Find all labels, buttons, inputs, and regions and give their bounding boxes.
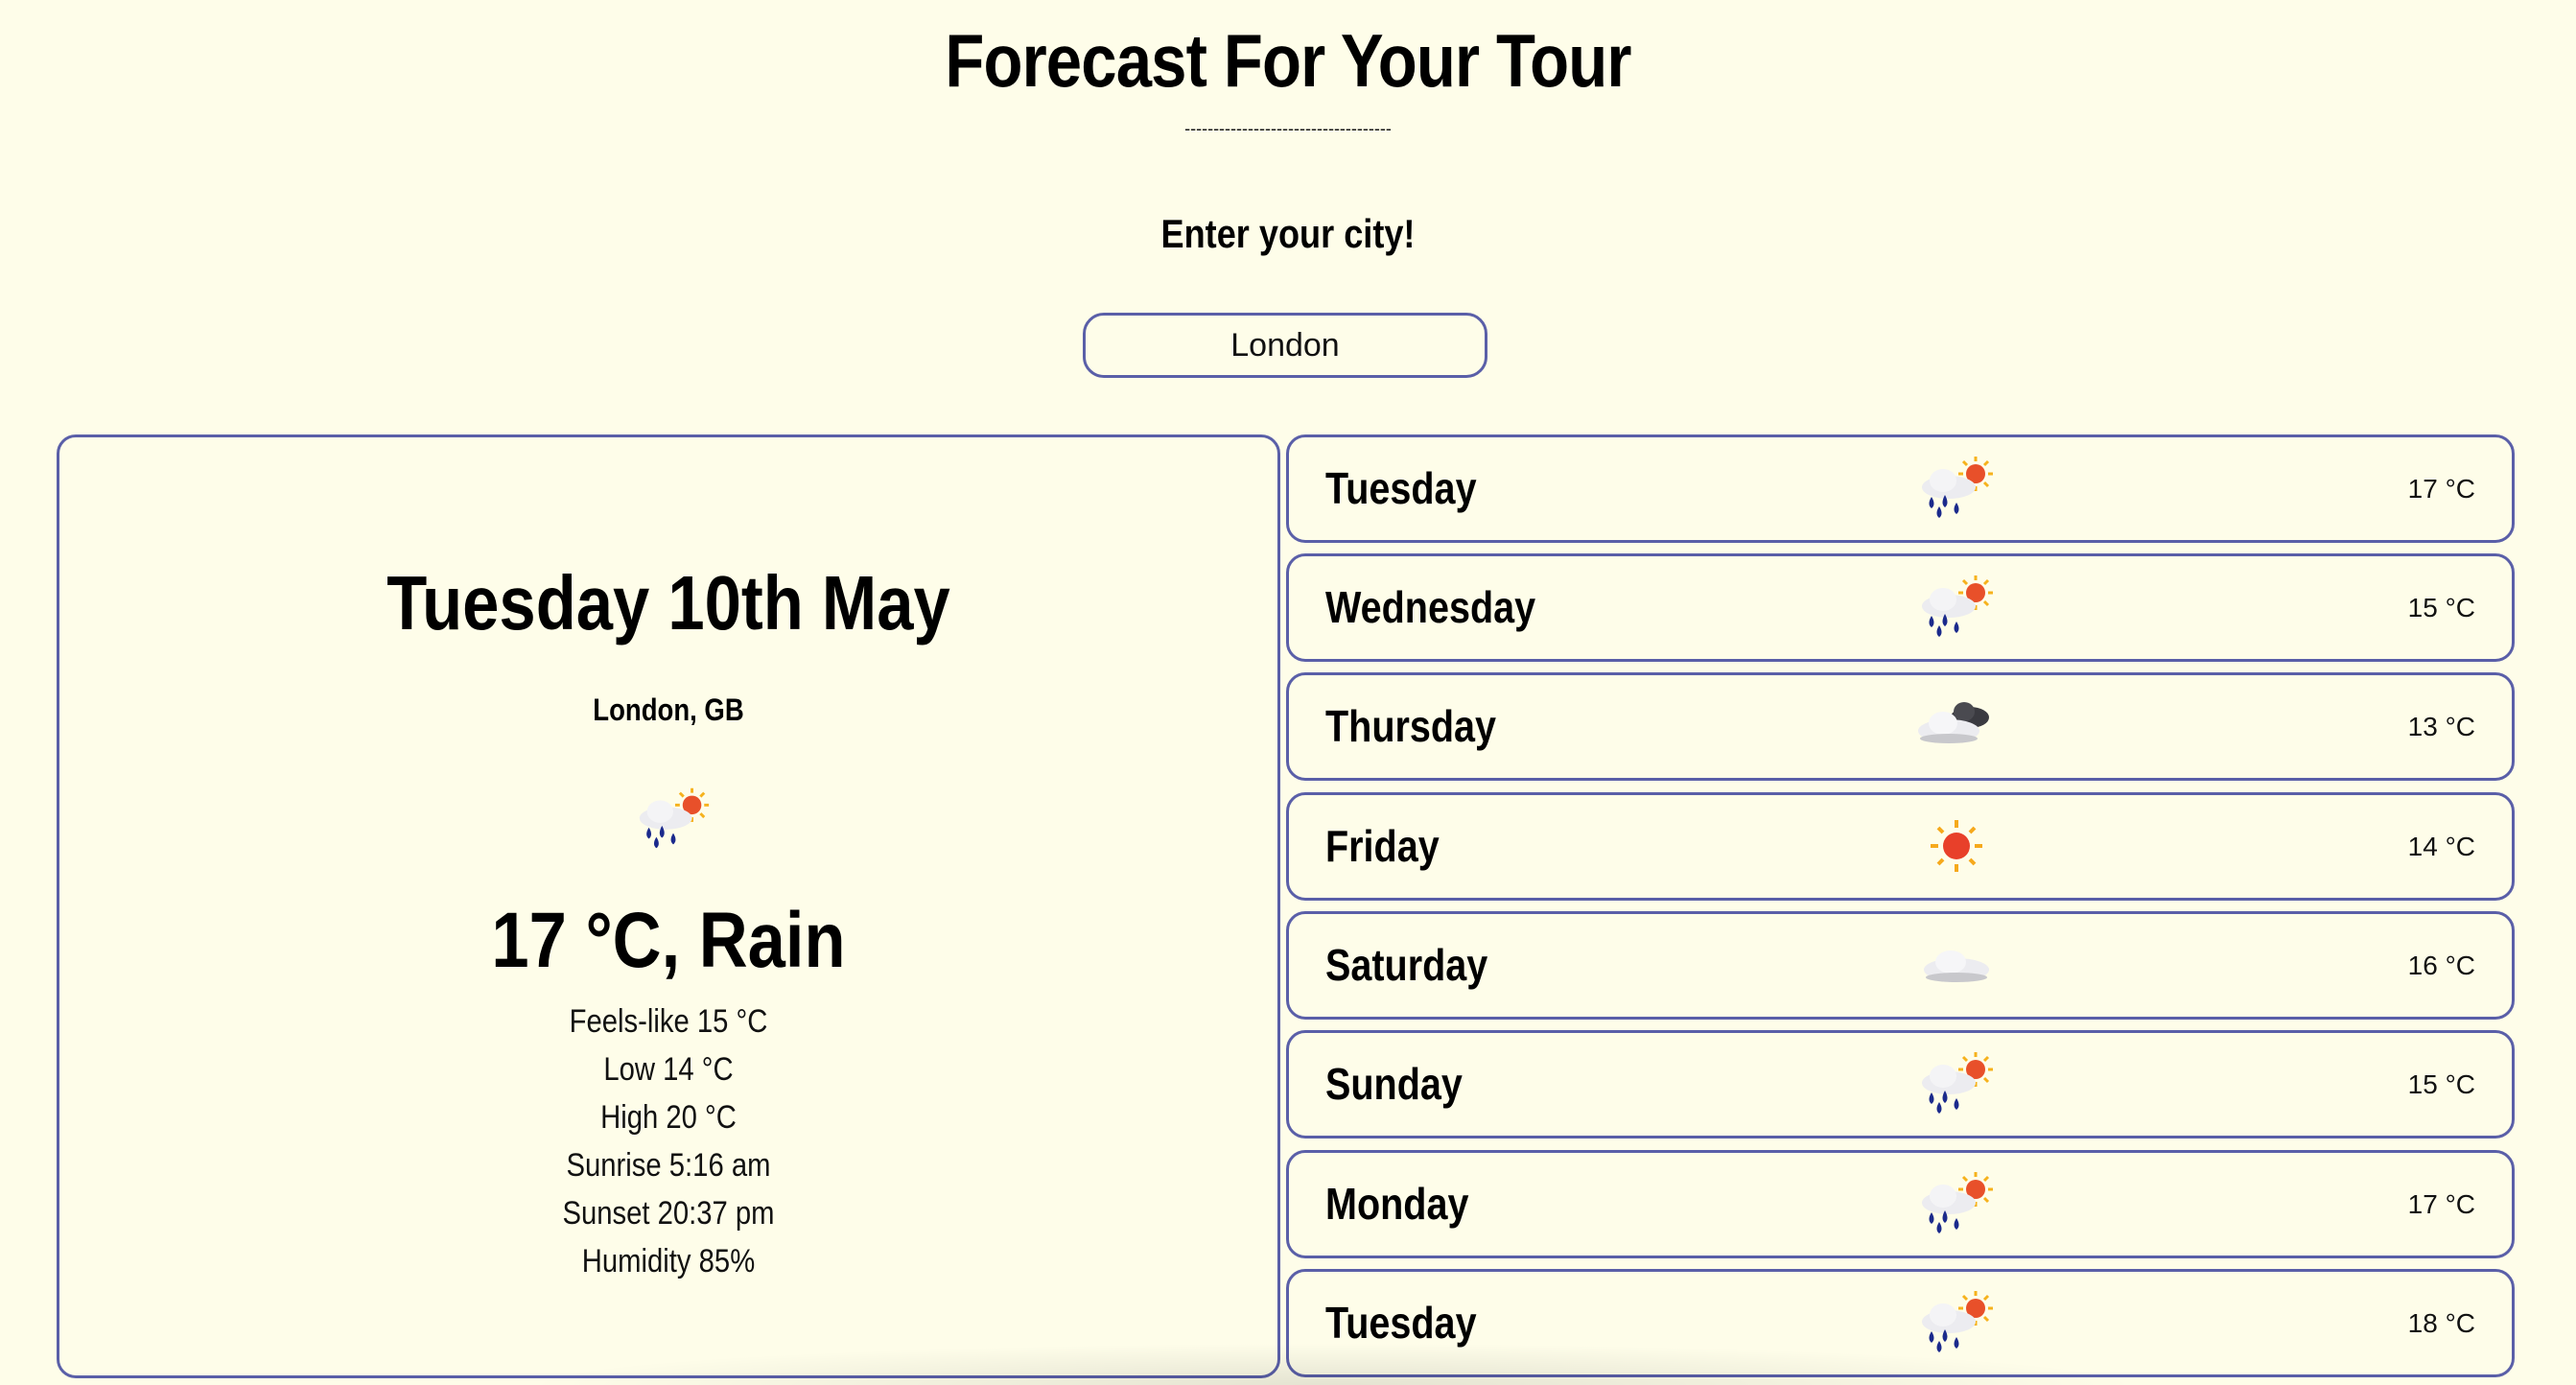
high-temp-text: High 20 °C [600, 1099, 737, 1136]
low-temp-text: Low 14 °C [603, 1051, 734, 1088]
forecast-day-name: Tuesday [1325, 1298, 1477, 1348]
forecast-temperature: 13 °C [2407, 712, 2475, 741]
rain-sun-icon [1914, 1289, 1999, 1356]
forecast-day-name: Saturday [1325, 940, 1488, 990]
forecast-temperature: 14 °C [2407, 832, 2475, 861]
forecast-row: Thursday 13 °C [1286, 672, 2515, 781]
rain-sun-icon [1914, 1170, 1999, 1237]
forecast-temperature: 15 °C [2407, 593, 2475, 622]
city-input[interactable] [1083, 313, 1487, 378]
cloud-icon [1914, 931, 1999, 998]
forecast-temperature: 17 °C [2407, 474, 2475, 504]
forecast-row: Tuesday 17 °C [1286, 434, 2515, 543]
current-date: Tuesday 10th May [386, 560, 950, 646]
forecast-temperature: 16 °C [2407, 951, 2475, 980]
rain-sun-icon [1914, 574, 1999, 641]
sunrise-text: Sunrise 5:16 am [566, 1147, 771, 1184]
forecast-temperature: 18 °C [2407, 1308, 2475, 1338]
city-prompt: Enter your city! [1160, 211, 1416, 256]
forecast-temperature: 15 °C [2407, 1069, 2475, 1099]
forecast-row: Tuesday 18 °C [1286, 1269, 2515, 1377]
page-title: Forecast For Your Tour [945, 18, 1631, 103]
forecast-day-name: Wednesday [1325, 582, 1536, 632]
forecast-day-name: Sunday [1325, 1059, 1463, 1109]
current-temperature-summary: 17 °C, Rain [491, 897, 846, 984]
forecast-day-name: Monday [1325, 1179, 1469, 1229]
sunset-text: Sunset 20:37 pm [562, 1195, 775, 1232]
forecast-row: Wednesday 15 °C [1286, 553, 2515, 662]
rain-sun-icon [639, 787, 710, 849]
sun-icon [1914, 812, 1999, 880]
forecast-day-name: Thursday [1325, 701, 1497, 751]
weather-details: Feels-like 15 °C Low 14 °C High 20 °C Su… [59, 998, 1277, 1285]
rain-sun-icon [1914, 1050, 1999, 1117]
humidity-text: Humidity 85% [581, 1243, 756, 1279]
current-weather-card: Tuesday 10th May London, GB 17 °C, Rain … [57, 434, 1280, 1378]
current-location: London, GB [593, 692, 744, 727]
title-divider: ------------------------------------ [1184, 119, 1392, 138]
forecast-day-name: Tuesday [1325, 463, 1477, 513]
forecast-row: Friday 14 °C [1286, 792, 2515, 901]
feels-like-text: Feels-like 15 °C [569, 1003, 768, 1040]
cloudy-icon [1914, 692, 1999, 760]
forecast-row: Sunday 15 °C [1286, 1030, 2515, 1139]
forecast-row: Saturday 16 °C [1286, 911, 2515, 1020]
forecast-row: Monday 17 °C [1286, 1150, 2515, 1258]
rain-sun-icon [1914, 455, 1999, 522]
forecast-temperature: 17 °C [2407, 1189, 2475, 1219]
forecast-day-name: Friday [1325, 821, 1440, 871]
